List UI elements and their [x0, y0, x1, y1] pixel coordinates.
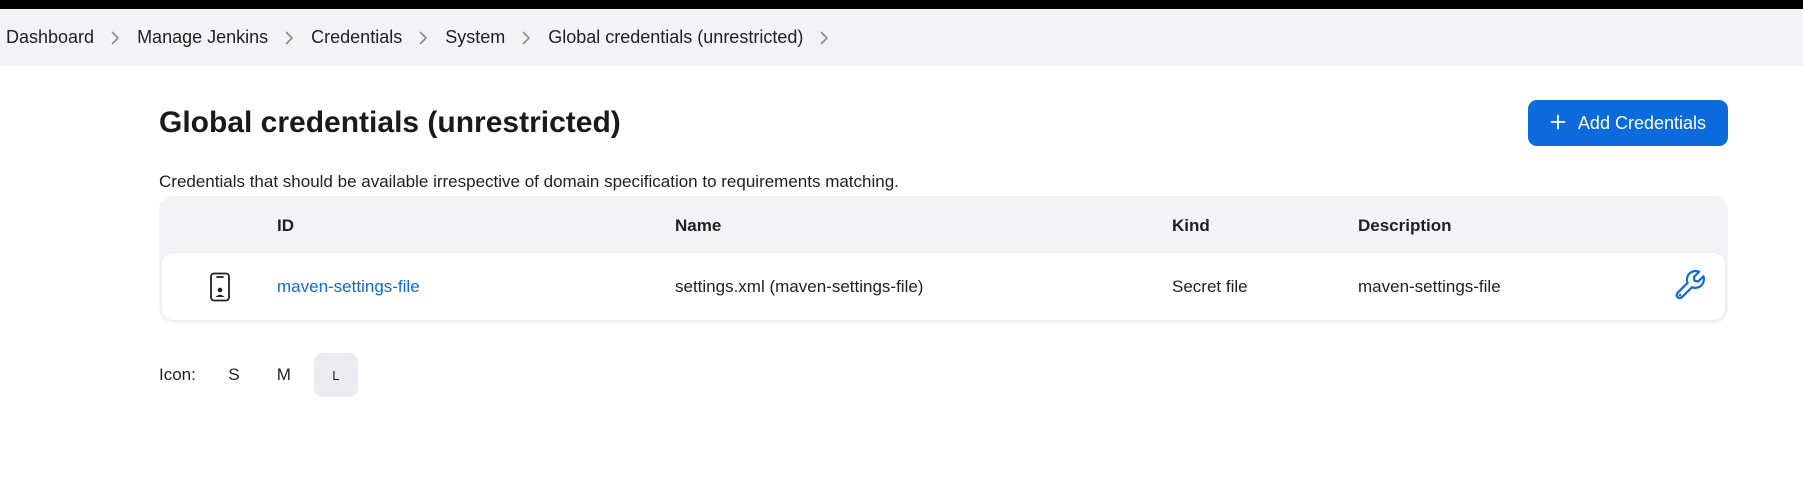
- credential-name-cell: settings.xml (maven-settings-file): [675, 276, 924, 296]
- credential-description-cell: maven-settings-file: [1358, 276, 1501, 296]
- table-row: maven-settings-file settings.xml (maven-…: [162, 253, 1725, 320]
- icon-size-small-button[interactable]: S: [214, 353, 254, 397]
- chevron-right-icon: [285, 31, 294, 45]
- credential-kind-cell: Secret file: [1172, 276, 1248, 296]
- main-content: Global credentials (unrestricted) Add Cr…: [0, 99, 1803, 397]
- table-header: ID Name Kind Description: [162, 199, 1725, 253]
- configure-credential-button[interactable]: [1655, 267, 1725, 306]
- breadcrumb-item-system[interactable]: System: [445, 27, 505, 48]
- icon-size-selector: Icon: S M L: [159, 353, 1728, 397]
- chevron-right-icon[interactable]: [820, 31, 829, 45]
- page-title: Global credentials (unrestricted): [159, 106, 621, 139]
- page-description: Credentials that should be available irr…: [159, 172, 899, 191]
- top-bar: [0, 0, 1803, 9]
- plus-icon: [1550, 111, 1566, 135]
- chevron-right-icon: [522, 31, 531, 45]
- breadcrumb-item-dashboard[interactable]: Dashboard: [6, 27, 94, 48]
- credentials-table: ID Name Kind Description maven-settings-…: [159, 196, 1728, 323]
- breadcrumb-item-manage-jenkins[interactable]: Manage Jenkins: [137, 27, 268, 48]
- add-credentials-label: Add Credentials: [1577, 112, 1706, 133]
- column-header-name[interactable]: Name: [675, 216, 1172, 236]
- add-credentials-button[interactable]: Add Credentials: [1527, 100, 1728, 146]
- credential-id-link[interactable]: maven-settings-file: [277, 277, 420, 296]
- breadcrumb-item-global-credentials[interactable]: Global credentials (unrestricted): [548, 27, 803, 48]
- icon-size-large-button[interactable]: L: [313, 353, 358, 397]
- page-header: Global credentials (unrestricted) Add Cr…: [159, 99, 1728, 147]
- chevron-right-icon: [419, 31, 428, 45]
- column-header-id[interactable]: ID: [277, 216, 675, 236]
- mobile-credential-icon: [162, 272, 277, 302]
- column-header-description[interactable]: Description: [1358, 216, 1655, 236]
- icon-size-label: Icon:: [159, 365, 196, 384]
- wrench-icon: [1673, 267, 1707, 306]
- credential-id-cell: maven-settings-file: [277, 277, 675, 297]
- icon-size-medium-button[interactable]: M: [264, 353, 304, 397]
- breadcrumb: Dashboard Manage Jenkins Credentials Sys…: [0, 9, 1803, 66]
- chevron-right-icon: [111, 31, 120, 45]
- column-header-kind[interactable]: Kind: [1172, 216, 1358, 236]
- breadcrumb-item-credentials[interactable]: Credentials: [311, 27, 402, 48]
